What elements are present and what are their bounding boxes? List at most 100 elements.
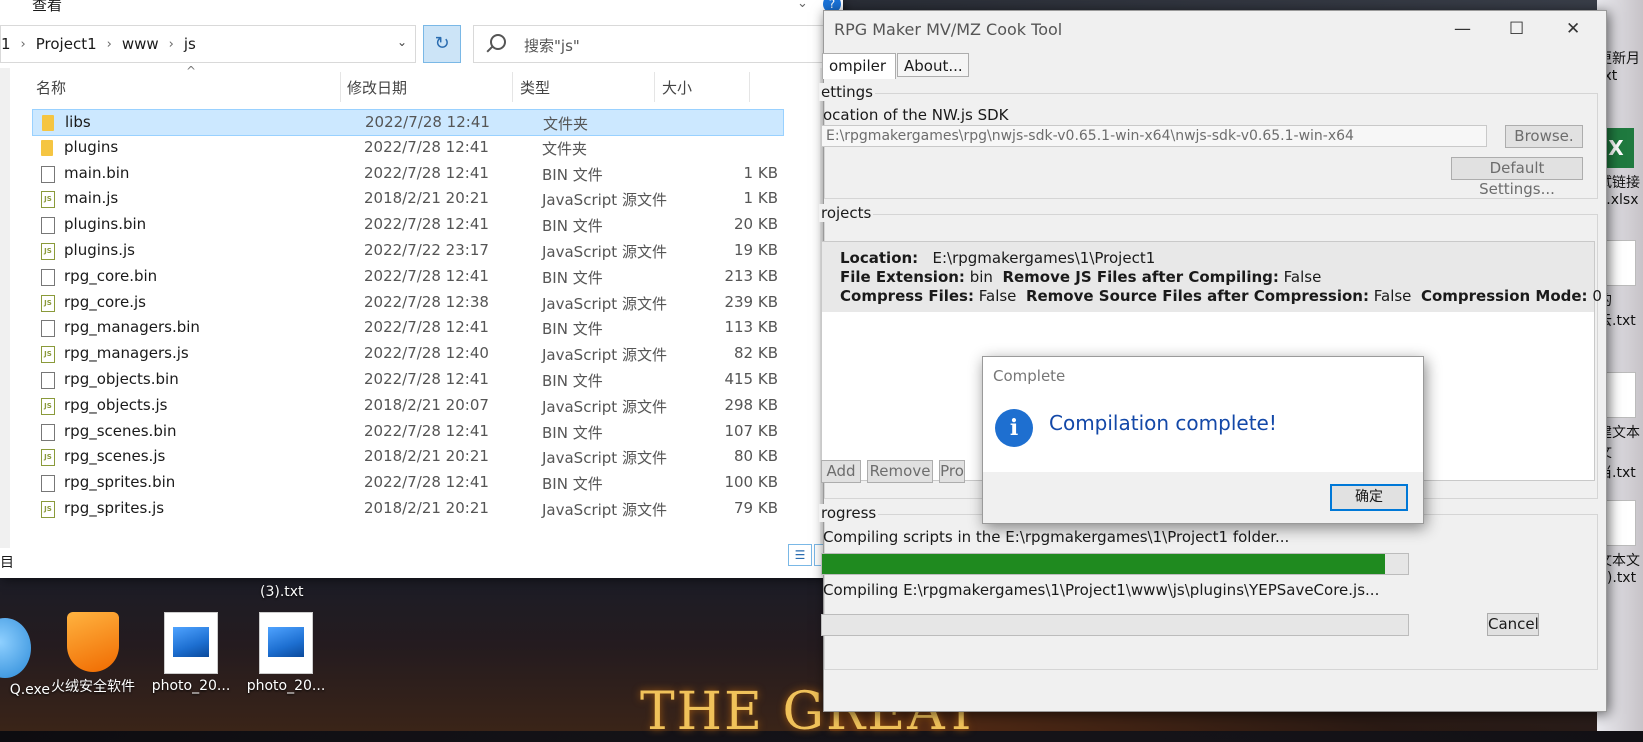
- file-size: 107 KB: [724, 421, 778, 440]
- column-divider[interactable]: [340, 72, 341, 102]
- file-name: plugins: [64, 137, 119, 156]
- status-bar: 目 ☰ ▭: [0, 544, 843, 574]
- file-type: 文件夹: [542, 139, 588, 158]
- file-type: BIN 文件: [542, 475, 603, 494]
- file-row[interactable]: main.bin 2022/7/28 12:41 BIN 文件 1 KB: [32, 161, 784, 188]
- file-type: BIN 文件: [542, 165, 603, 184]
- file-size: 79 KB: [734, 499, 778, 517]
- details-view-button[interactable]: ☰: [788, 544, 812, 566]
- column-size[interactable]: 大小: [662, 77, 692, 98]
- file-type: 文件夹: [543, 115, 589, 133]
- ok-button[interactable]: 确定: [1330, 484, 1408, 511]
- file-size: 298 KB: [724, 395, 778, 414]
- file-row[interactable]: JS rpg_sprites.js 2018/2/21 20:21 JavaScrip…: [32, 496, 784, 523]
- column-name[interactable]: 名称: [36, 77, 66, 98]
- file-date: 2022/7/28 12:41: [364, 421, 489, 440]
- chevron-right-icon[interactable]: ›: [21, 37, 26, 52]
- file-row[interactable]: JS rpg_scenes.js 2018/2/21 20:21 JavaScript…: [32, 444, 784, 471]
- column-type[interactable]: 类型: [520, 77, 550, 98]
- close-icon[interactable]: ✕: [1566, 19, 1580, 39]
- file-row[interactable]: rpg_sprites.bin 2022/7/28 12:41 BIN 文件 100 …: [32, 470, 784, 497]
- search-input[interactable]: 搜索"js": [473, 25, 833, 63]
- file-icon: [41, 475, 55, 493]
- project-properties-button[interactable]: Pro: [939, 460, 965, 483]
- tab-compiler[interactable]: ompiler: [822, 53, 896, 79]
- breadcrumb-js[interactable]: js: [184, 35, 196, 53]
- file-row[interactable]: rpg_managers.bin 2022/7/28 12:41 BIN 文件 113…: [32, 315, 784, 342]
- dialog-footer: 确定: [983, 472, 1423, 523]
- chevron-right-icon[interactable]: ›: [169, 37, 174, 52]
- menu-view[interactable]: 查看: [32, 0, 62, 15]
- sdk-path-field[interactable]: E:\rpgmakergames\rpg\nwjs-sdk-v0.65.1-wi…: [821, 125, 1487, 147]
- compress-value: False: [978, 287, 1017, 305]
- js-file-icon: JS: [41, 191, 55, 209]
- file-size: 100 KB: [724, 473, 778, 492]
- file-date: 2022/7/28 12:41: [364, 266, 489, 285]
- file-row[interactable]: rpg_scenes.bin 2022/7/28 12:41 BIN 文件 107 K…: [32, 419, 784, 446]
- sdk-location-label: ocation of the NW.js SDK: [823, 106, 1009, 124]
- project-location-line: Location: E:\rpgmakergames\1\Project1: [840, 249, 1155, 267]
- file-size: 1 KB: [743, 189, 778, 208]
- file-row[interactable]: JS plugins.js 2022/7/22 23:17 JavaScript 源文…: [32, 238, 784, 265]
- refresh-button[interactable]: ↻: [423, 25, 461, 63]
- file-row[interactable]: JS rpg_managers.js 2022/7/28 12:40 JavaScri…: [32, 341, 784, 368]
- file-date: 2022/7/28 12:41: [364, 318, 489, 337]
- file-row[interactable]: rpg_objects.bin 2022/7/28 12:41 BIN 文件 415 …: [32, 367, 784, 394]
- image-file-icon: [259, 612, 313, 674]
- file-name: rpg_sprites.js: [64, 499, 165, 517]
- breadcrumb-project1[interactable]: Project1: [36, 35, 97, 53]
- complete-dialog: Complete i Compilation complete! 确定: [982, 356, 1424, 524]
- breadcrumb-www[interactable]: www: [122, 35, 159, 53]
- column-date[interactable]: 修改日期: [347, 77, 407, 98]
- column-divider[interactable]: [749, 72, 750, 102]
- file-row[interactable]: rpg_core.bin 2022/7/28 12:41 BIN 文件 213 KB: [32, 264, 784, 291]
- progress-group-label: rogress: [819, 504, 879, 522]
- file-row[interactable]: plugins 2022/7/28 12:41 文件夹: [32, 135, 784, 162]
- minimize-icon[interactable]: —: [1454, 19, 1471, 39]
- ribbon-collapse-icon[interactable]: ⌄: [797, 0, 808, 11]
- file-progress-bar: [821, 614, 1409, 636]
- desktop-icon-exe[interactable]: Q.exe: [0, 618, 50, 698]
- refresh-icon: ↻: [434, 33, 450, 54]
- file-row[interactable]: JS rpg_objects.js 2018/2/21 20:07 JavaScrip…: [32, 393, 784, 420]
- file-date: 2022/7/28 12:41: [364, 215, 489, 234]
- cancel-button[interactable]: Cancel: [1487, 613, 1539, 636]
- settings-group: ettings ocation of the NW.js SDK E:\rpgm…: [819, 83, 1598, 199]
- file-size: 82 KB: [734, 344, 778, 363]
- folder-icon: [42, 115, 54, 131]
- js-file-icon: JS: [41, 294, 55, 312]
- remove-project-button[interactable]: Remove: [867, 460, 933, 483]
- compress-label: Compress Files:: [840, 287, 974, 305]
- file-row[interactable]: JS rpg_core.js 2022/7/28 12:38 JavaScript 源…: [32, 290, 784, 317]
- file-date: 2022/7/28 12:41: [365, 113, 490, 131]
- address-bar[interactable]: 1 › Project1 › www › js ⌄: [0, 25, 416, 63]
- tab-about[interactable]: About...: [897, 53, 969, 77]
- desktop-icon-photo-1[interactable]: photo_20...: [146, 612, 236, 694]
- navigation-pane-edge[interactable]: [0, 68, 10, 548]
- add-project-button[interactable]: Add: [821, 460, 861, 483]
- file-icon: [41, 217, 55, 235]
- column-divider[interactable]: [512, 72, 513, 102]
- browse-button[interactable]: Browse.: [1505, 125, 1583, 148]
- file-date: 2018/2/21 20:21: [364, 499, 489, 517]
- desktop-file-caption[interactable]: (3).txt: [260, 584, 304, 600]
- desktop-icon-huorong[interactable]: 火绒安全软件: [48, 612, 138, 696]
- file-row[interactable]: libs 2022/7/28 12:41 文件夹: [32, 109, 784, 136]
- desktop-icon-photo-2[interactable]: photo_20...: [241, 612, 331, 694]
- file-date: 2018/2/21 20:21: [364, 189, 489, 208]
- file-row[interactable]: JS main.js 2018/2/21 20:21 JavaScript 源文件 1 …: [32, 186, 784, 213]
- chevron-right-icon[interactable]: ›: [107, 37, 112, 52]
- chevron-down-icon[interactable]: ⌄: [397, 35, 407, 49]
- file-icon: [41, 423, 55, 441]
- breadcrumb-root[interactable]: 1: [1, 35, 11, 53]
- file-size: 113 KB: [724, 318, 778, 337]
- column-divider[interactable]: [654, 72, 655, 102]
- file-icon: [41, 268, 55, 286]
- file-date: 2022/7/28 12:41: [364, 370, 489, 388]
- file-row[interactable]: plugins.bin 2022/7/28 12:41 BIN 文件 20 KB: [32, 212, 784, 239]
- js-file-icon: JS: [41, 449, 55, 467]
- file-explorer-window: 查看 ⌄ ? 1 › Project1 › www › js ⌄ ↻ 搜索"js…: [0, 0, 843, 578]
- maximize-icon[interactable]: ☐: [1509, 19, 1524, 39]
- project-item[interactable]: Location: E:\rpgmakergames\1\Project1 Fi…: [822, 242, 1602, 312]
- default-settings-button[interactable]: Default Settings...: [1451, 157, 1583, 198]
